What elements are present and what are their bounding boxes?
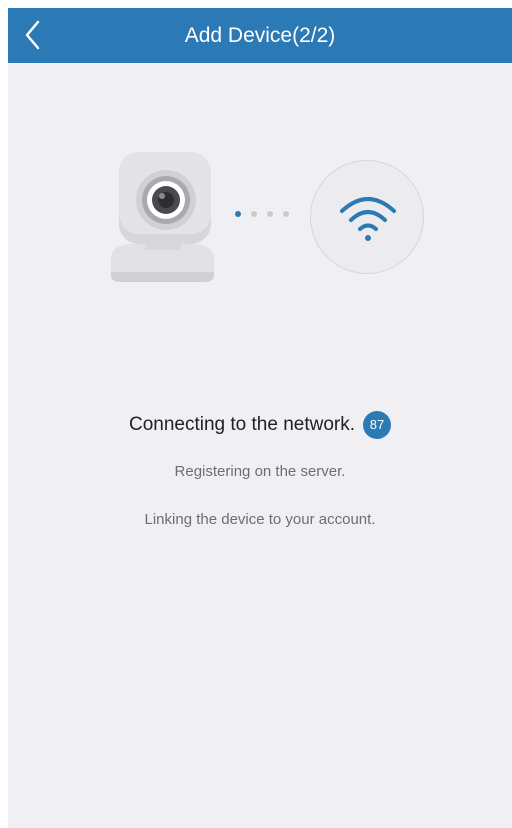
progress-dot <box>235 211 241 217</box>
connection-illustration <box>8 8 512 308</box>
status-step-link: Linking the device to your account. <box>144 511 376 528</box>
progress-dots <box>235 211 295 221</box>
progress-dot <box>283 211 289 217</box>
connection-status: Connecting to the network. 87 <box>8 411 512 441</box>
progress-dot <box>267 211 273 217</box>
status-step-register: Registering on the server. <box>174 463 346 480</box>
screen: Add Device(2/2) Connecting to the networ… <box>8 8 512 828</box>
status-main-text: Connecting to the network. <box>128 414 356 435</box>
progress-badge: 87 <box>363 411 392 439</box>
wifi-badge <box>310 160 424 274</box>
progress-dot <box>251 211 257 217</box>
camera-icon <box>105 148 220 283</box>
